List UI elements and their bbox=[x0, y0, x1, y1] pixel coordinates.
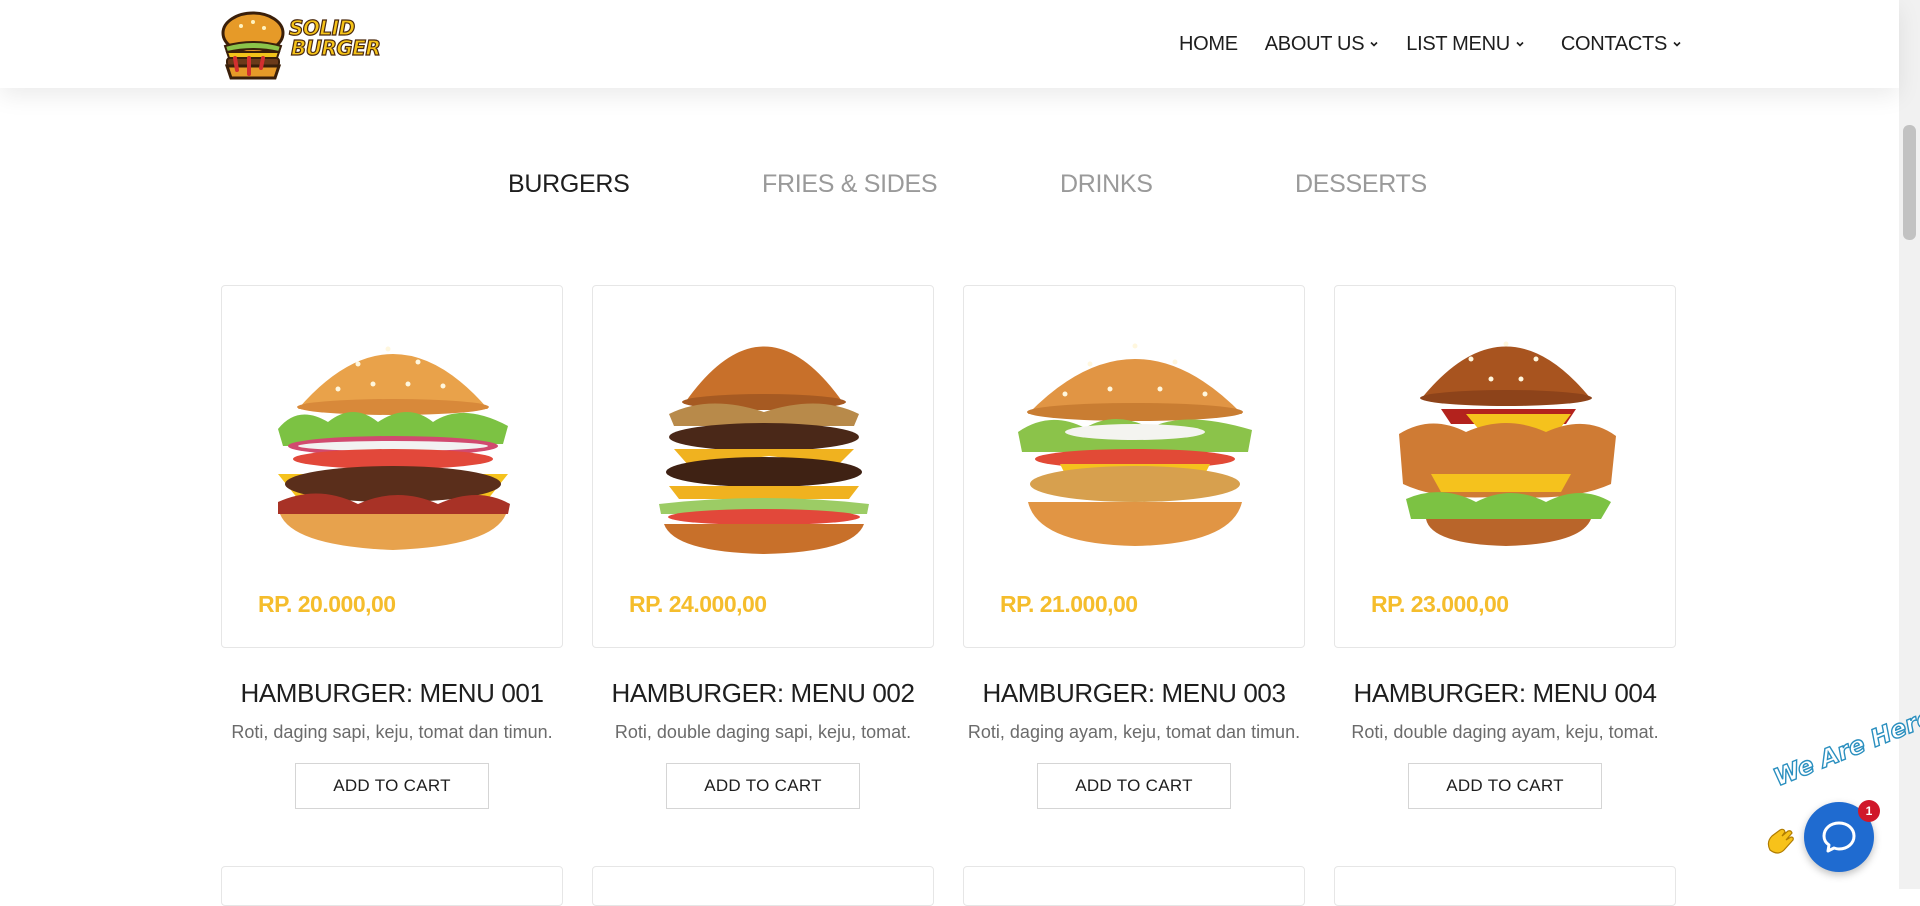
brand-line-2: BURGER bbox=[290, 36, 381, 60]
product-description: Roti, daging ayam, keju, tomat dan timun… bbox=[967, 722, 1301, 742]
add-to-cart-button[interactable]: ADD TO CART bbox=[295, 763, 489, 809]
product-card[interactable]: RP. 24.000,00 bbox=[592, 285, 934, 648]
waving-hand-icon bbox=[1767, 828, 1794, 854]
product-price: RP. 24.000,00 bbox=[629, 591, 767, 617]
site-logo[interactable]: SOLID BURGER bbox=[219, 8, 381, 80]
chat-banner-text: We Are Here! bbox=[1769, 698, 1920, 793]
chevron-down-icon bbox=[1370, 41, 1378, 47]
brand-wordmark: SOLID BURGER bbox=[288, 17, 381, 60]
product-card[interactable]: RP. 20.000,00 bbox=[221, 285, 563, 648]
product-card-partial[interactable] bbox=[221, 866, 563, 906]
tab-burgers[interactable]: BURGERS bbox=[508, 170, 630, 199]
product-card[interactable]: RP. 21.000,00 bbox=[963, 285, 1305, 648]
burger-image bbox=[1018, 343, 1252, 546]
product-description: Roti, daging sapi, keju, tomat dan timun… bbox=[231, 722, 553, 742]
burger-logo-icon bbox=[221, 11, 285, 80]
product-card[interactable]: RP. 23.000,00 bbox=[1334, 285, 1676, 648]
burger-image bbox=[659, 346, 869, 554]
chat-notification-badge: 1 bbox=[1858, 800, 1880, 822]
chevron-down-icon bbox=[1673, 41, 1681, 47]
add-to-cart-button[interactable]: ADD TO CART bbox=[1408, 763, 1602, 809]
burger-image bbox=[1399, 341, 1616, 546]
add-to-cart-button[interactable]: ADD TO CART bbox=[666, 763, 860, 809]
add-to-cart-button[interactable]: ADD TO CART bbox=[1037, 763, 1231, 809]
chat-widget[interactable]: We Are Here! 1 bbox=[1760, 698, 1920, 880]
product-title: HAMBURGER: MENU 003 bbox=[982, 678, 1286, 708]
tab-desserts[interactable]: DESSERTS bbox=[1295, 170, 1427, 199]
product-title: HAMBURGER: MENU 004 bbox=[1353, 678, 1657, 708]
product-price: RP. 23.000,00 bbox=[1371, 591, 1509, 617]
nav-contacts-label: CONTACTS bbox=[1560, 32, 1667, 55]
tab-drinks[interactable]: DRINKS bbox=[1060, 170, 1153, 199]
nav-about-us[interactable]: ABOUT US bbox=[1265, 30, 1379, 58]
product-card-partial[interactable] bbox=[1334, 866, 1676, 906]
page-scrollbar[interactable] bbox=[1899, 0, 1920, 889]
nav-home-label: HOME bbox=[1178, 32, 1238, 55]
burger-image bbox=[278, 346, 510, 550]
product-title: HAMBURGER: MENU 001 bbox=[240, 678, 544, 708]
nav-home[interactable]: HOME bbox=[1179, 30, 1238, 58]
product-title: HAMBURGER: MENU 002 bbox=[611, 678, 915, 708]
main-nav: HOME ABOUT US LIST MENU CONTACTS bbox=[1152, 30, 1682, 58]
tab-fries-sides[interactable]: FRIES & SIDES bbox=[762, 170, 938, 199]
site-header: SOLID BURGER HOME ABOUT US LIST MENU CON… bbox=[0, 0, 1899, 88]
chat-bubble-icon bbox=[1822, 821, 1856, 853]
product-price: RP. 21.000,00 bbox=[1000, 591, 1138, 617]
nav-about-us-label: ABOUT US bbox=[1264, 32, 1365, 55]
product-description: Roti, double daging sapi, keju, tomat. bbox=[614, 722, 912, 742]
nav-list-menu[interactable]: LIST MENU bbox=[1406, 30, 1525, 58]
product-description: Roti, double daging ayam, keju, tomat. bbox=[1351, 722, 1659, 742]
product-card-partial[interactable] bbox=[963, 866, 1305, 906]
nav-contacts[interactable]: CONTACTS bbox=[1561, 30, 1682, 58]
product-price: RP. 20.000,00 bbox=[258, 591, 396, 617]
menu-category-tabs: BURGERS FRIES & SIDES DRINKS DESSERTS bbox=[0, 170, 1899, 206]
chevron-down-icon bbox=[1516, 41, 1524, 47]
scrollbar-thumb[interactable] bbox=[1903, 125, 1916, 240]
nav-list-menu-label: LIST MENU bbox=[1406, 32, 1510, 55]
product-card-partial[interactable] bbox=[592, 866, 934, 906]
